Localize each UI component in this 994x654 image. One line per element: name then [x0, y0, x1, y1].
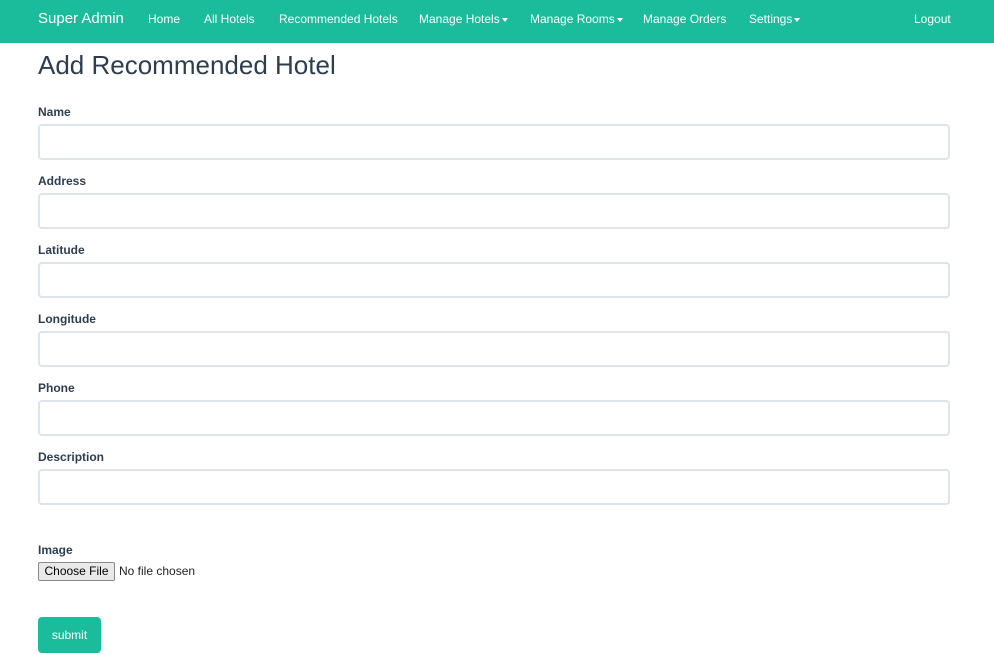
nav-item-manage-hotels[interactable]: Manage Hotels	[419, 12, 508, 26]
nav-item-label: Manage Hotels	[419, 12, 500, 26]
nav-item-manage-rooms[interactable]: Manage Rooms	[530, 12, 623, 26]
nav-item-label: Manage Rooms	[530, 12, 615, 26]
logout-link[interactable]: Logout	[914, 12, 951, 26]
nav-item-recommended-hotels[interactable]: Recommended Hotels	[279, 12, 398, 26]
nav-item-label: Recommended Hotels	[279, 12, 398, 26]
nav-item-label: All Hotels	[204, 12, 255, 26]
address-label: Address	[38, 174, 87, 188]
name-label: Name	[38, 105, 71, 119]
nav-item-manage-orders[interactable]: Manage Orders	[643, 12, 726, 26]
nav-item-settings[interactable]: Settings	[749, 12, 801, 26]
brand-link[interactable]: Super Admin	[38, 10, 124, 28]
phone-label: Phone	[38, 381, 75, 395]
image-label: Image	[38, 543, 73, 557]
caret-down-icon	[616, 17, 623, 22]
nav-item-label: Manage Orders	[643, 12, 727, 26]
nav-item-label: Settings	[749, 12, 793, 26]
latitude-label: Latitude	[38, 243, 85, 257]
longitude-label: Longitude	[38, 312, 96, 326]
caret-down-icon	[794, 17, 801, 22]
page-title: Add Recommended Hotel	[38, 50, 336, 80]
description-label: Description	[38, 450, 105, 464]
file-status-text: No file chosen	[119, 564, 196, 578]
longitude-input[interactable]	[38, 331, 950, 367]
phone-input[interactable]	[38, 400, 950, 436]
top-navbar: Super Admin Home All Hotels Recommended …	[0, 0, 994, 43]
name-input[interactable]	[38, 124, 950, 160]
choose-file-button[interactable]: Choose File	[38, 562, 115, 581]
latitude-input[interactable]	[38, 262, 950, 298]
nav-item-all-hotels[interactable]: All Hotels	[204, 12, 255, 26]
address-input[interactable]	[38, 193, 950, 229]
nav-item-label: Home	[148, 12, 181, 26]
nav-item-home[interactable]: Home	[148, 12, 180, 26]
caret-down-icon	[501, 17, 508, 22]
submit-button[interactable]: submit	[38, 617, 101, 653]
description-input[interactable]	[38, 469, 950, 505]
